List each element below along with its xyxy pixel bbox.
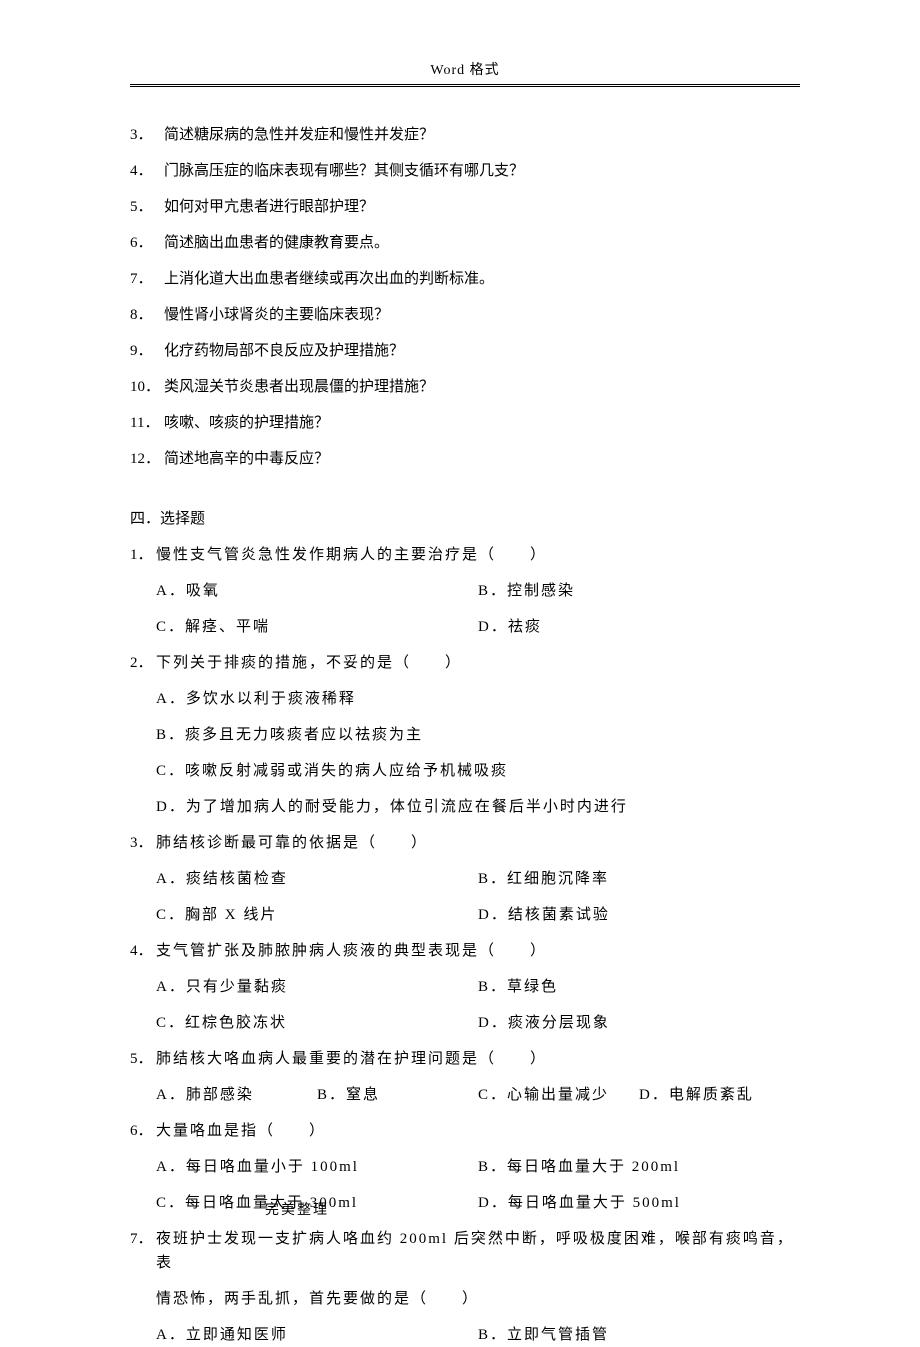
item-text: 咳嗽、咳痰的护理措施？ bbox=[164, 411, 800, 435]
option-c: C．胸部 X 线片 bbox=[156, 903, 478, 927]
mc-question: 5．肺结核大咯血病人最重要的潜在护理问题是（ ） A．肺部感染 B．窒息 C．心… bbox=[130, 1047, 800, 1107]
q-stem-text: 大量咯血是指（ ） bbox=[156, 1119, 800, 1143]
item-number: 4． bbox=[130, 159, 164, 183]
item-number: 6． bbox=[130, 231, 164, 255]
q-number: 5． bbox=[130, 1047, 156, 1071]
q-stem-text: 肺结核大咯血病人最重要的潜在护理问题是（ ） bbox=[156, 1047, 800, 1071]
essay-item: 4．门脉高压症的临床表现有哪些？其侧支循环有哪几支？ bbox=[130, 159, 800, 183]
page-footer: 完美整理 bbox=[0, 1200, 920, 1222]
option-a: A．吸氧 bbox=[156, 579, 478, 603]
option-a: A．多饮水以利于痰液稀释 bbox=[156, 687, 800, 711]
option-b: B．痰多且无力咳痰者应以祛痰为主 bbox=[156, 723, 800, 747]
item-number: 10． bbox=[130, 375, 164, 399]
item-text: 上消化道大出血患者继续或再次出血的判断标准。 bbox=[164, 267, 800, 291]
q-number: 6． bbox=[130, 1119, 156, 1143]
option-a: A．每日咯血量小于 100ml bbox=[156, 1155, 478, 1179]
page-header: Word 格式 bbox=[130, 60, 800, 84]
essay-item: 6．简述脑出血患者的健康教育要点。 bbox=[130, 231, 800, 255]
item-number: 7． bbox=[130, 267, 164, 291]
q-number: 4． bbox=[130, 939, 156, 963]
option-c: C．解痉、平喘 bbox=[156, 615, 478, 639]
option-b: B．控制感染 bbox=[478, 579, 800, 603]
option-b: B．每日咯血量大于 200ml bbox=[478, 1155, 800, 1179]
option-b: B．草绿色 bbox=[478, 975, 800, 999]
option-a: A．只有少量黏痰 bbox=[156, 975, 478, 999]
option-d: D．结核菌素试验 bbox=[478, 903, 800, 927]
q-stem-text: 夜班护士发现一支扩病人咯血约 200ml 后突然中断，呼吸极度困难，喉部有痰鸣音… bbox=[156, 1227, 800, 1275]
essay-item: 3．简述糖尿病的急性并发症和慢性并发症？ bbox=[130, 123, 800, 147]
essay-item: 9．化疗药物局部不良反应及护理措施？ bbox=[130, 339, 800, 363]
option-c: C．咳嗽反射减弱或消失的病人应给予机械吸痰 bbox=[156, 759, 800, 783]
q-stem-text: 下列关于排痰的措施，不妥的是（ ） bbox=[156, 651, 800, 675]
mc-question: 4．支气管扩张及肺脓肿病人痰液的典型表现是（ ） A．只有少量黏痰B．草绿色 C… bbox=[130, 939, 800, 1035]
q-stem-cont: 情恐怖，两手乱抓，首先要做的是（ ） bbox=[130, 1287, 800, 1311]
q-number: 3． bbox=[130, 831, 156, 855]
section-4-title: 四．选择题 bbox=[130, 507, 800, 531]
mc-question: 7．夜班护士发现一支扩病人咯血约 200ml 后突然中断，呼吸极度困难，喉部有痰… bbox=[130, 1227, 800, 1347]
essay-item: 5．如何对甲亢患者进行眼部护理？ bbox=[130, 195, 800, 219]
option-b: B．红细胞沉降率 bbox=[478, 867, 800, 891]
item-text: 慢性肾小球肾炎的主要临床表现？ bbox=[164, 303, 800, 327]
essay-item: 7．上消化道大出血患者继续或再次出血的判断标准。 bbox=[130, 267, 800, 291]
q-number: 7． bbox=[130, 1227, 156, 1275]
essay-question-list: 3．简述糖尿病的急性并发症和慢性并发症？ 4．门脉高压症的临床表现有哪些？其侧支… bbox=[130, 123, 800, 471]
option-d: D．电解质紊乱 bbox=[639, 1083, 800, 1107]
option-b: B．窒息 bbox=[317, 1083, 478, 1107]
item-number: 9． bbox=[130, 339, 164, 363]
q-number: 2． bbox=[130, 651, 156, 675]
item-number: 8． bbox=[130, 303, 164, 327]
item-text: 简述地高辛的中毒反应？ bbox=[164, 447, 800, 471]
mc-question: 3．肺结核诊断最可靠的依据是（ ） A．痰结核菌检查B．红细胞沉降率 C．胸部 … bbox=[130, 831, 800, 927]
q-stem-text: 慢性支气管炎急性发作期病人的主要治疗是（ ） bbox=[156, 543, 800, 567]
q-stem-text: 支气管扩张及肺脓肿病人痰液的典型表现是（ ） bbox=[156, 939, 800, 963]
q-stem-text: 肺结核诊断最可靠的依据是（ ） bbox=[156, 831, 800, 855]
essay-item: 12．简述地高辛的中毒反应？ bbox=[130, 447, 800, 471]
essay-item: 8．慢性肾小球肾炎的主要临床表现？ bbox=[130, 303, 800, 327]
header-rule bbox=[130, 84, 800, 87]
mc-question: 1．慢性支气管炎急性发作期病人的主要治疗是（ ） A．吸氧B．控制感染 C．解痉… bbox=[130, 543, 800, 639]
item-text: 门脉高压症的临床表现有哪些？其侧支循环有哪几支？ bbox=[164, 159, 800, 183]
option-c: C．心输出量减少 bbox=[478, 1083, 639, 1107]
mc-question: 2．下列关于排痰的措施，不妥的是（ ） A．多饮水以利于痰液稀释 B．痰多且无力… bbox=[130, 651, 800, 819]
option-a: A．立即通知医师 bbox=[156, 1323, 478, 1347]
option-a: A．肺部感染 bbox=[156, 1083, 317, 1107]
item-number: 11． bbox=[130, 411, 164, 435]
item-number: 5． bbox=[130, 195, 164, 219]
item-text: 化疗药物局部不良反应及护理措施？ bbox=[164, 339, 800, 363]
q-number: 1． bbox=[130, 543, 156, 567]
option-b: B．立即气管插管 bbox=[478, 1323, 800, 1347]
item-text: 如何对甲亢患者进行眼部护理？ bbox=[164, 195, 800, 219]
item-number: 3． bbox=[130, 123, 164, 147]
item-text: 简述糖尿病的急性并发症和慢性并发症？ bbox=[164, 123, 800, 147]
essay-item: 11．咳嗽、咳痰的护理措施？ bbox=[130, 411, 800, 435]
option-c: C．红棕色胶冻状 bbox=[156, 1011, 478, 1035]
essay-item: 10．类风湿关节炎患者出现晨僵的护理措施？ bbox=[130, 375, 800, 399]
option-d: D．痰液分层现象 bbox=[478, 1011, 800, 1035]
item-text: 类风湿关节炎患者出现晨僵的护理措施？ bbox=[164, 375, 800, 399]
item-text: 简述脑出血患者的健康教育要点。 bbox=[164, 231, 800, 255]
item-number: 12． bbox=[130, 447, 164, 471]
option-d: D．祛痰 bbox=[478, 615, 800, 639]
option-d: D．为了增加病人的耐受能力，体位引流应在餐后半小时内进行 bbox=[156, 795, 800, 819]
option-a: A．痰结核菌检查 bbox=[156, 867, 478, 891]
